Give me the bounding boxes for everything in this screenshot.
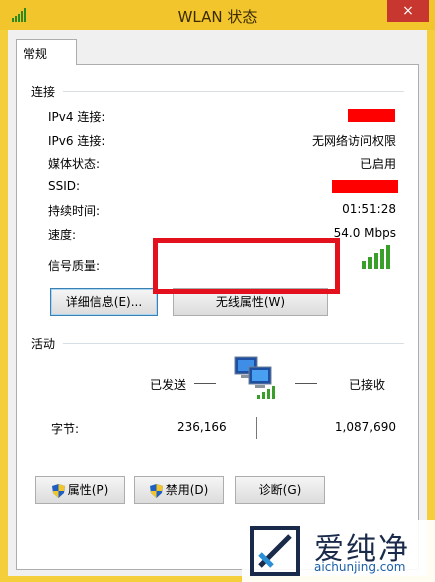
connection-heading: 连接 [31, 85, 56, 99]
details-button[interactable]: 详细信息(E)... [50, 288, 158, 316]
bytes-separator [256, 417, 257, 439]
media-state-label: 媒体状态: [48, 157, 101, 171]
uac-shield-icon [51, 483, 65, 498]
brand-logo-icon [250, 526, 300, 576]
sent-line [194, 383, 216, 384]
highlight-annotation-box [153, 238, 340, 294]
brand-url: aichunjing.com [314, 560, 406, 574]
duration-value: 01:51:28 [342, 202, 396, 216]
sent-label: 已发送 [150, 378, 187, 392]
ssid-label: SSID: [48, 179, 81, 193]
disable-label: 禁用(D) [165, 483, 209, 497]
bytes-label: 字节: [51, 422, 80, 436]
uac-shield-icon [149, 483, 163, 498]
wlan-status-window: WLAN 状态 × 常规 连接 IPv4 连接: IPv6 连接: 无网络访问权… [0, 0, 435, 582]
speed-value: 54.0 Mbps [333, 226, 396, 240]
ipv6-value: 无网络访问权限 [311, 134, 396, 148]
connection-divider [63, 91, 404, 92]
tab-general[interactable]: 常规 [16, 39, 77, 65]
ipv4-value-redacted [348, 109, 395, 122]
signal-strength-icon [362, 245, 390, 269]
general-panel: 连接 IPv4 连接: IPv6 连接: 无网络访问权限 媒体状态: 已启用 S… [16, 64, 419, 570]
network-computers-icon [234, 356, 275, 399]
activity-heading: 活动 [31, 337, 56, 351]
dialog-client: 常规 连接 IPv4 连接: IPv6 连接: 无网络访问权限 媒体状态: 已启… [8, 30, 427, 576]
properties-label: 属性(P) [67, 483, 109, 497]
ipv6-label: IPv6 连接: [48, 134, 106, 148]
title-bar[interactable]: WLAN 状态 × [0, 0, 435, 30]
received-label: 已接收 [349, 378, 386, 392]
bytes-sent-value: 236,166 [177, 420, 227, 434]
bytes-received-value: 1,087,690 [334, 420, 396, 434]
signal-quality-label: 信号质量: [48, 259, 101, 273]
disable-button[interactable]: 禁用(D) [134, 476, 224, 504]
window-title: WLAN 状态 [177, 8, 258, 26]
activity-divider [63, 343, 404, 344]
properties-button[interactable]: 属性(P) [35, 476, 125, 504]
ipv4-label: IPv4 连接: [48, 110, 106, 124]
received-line [295, 383, 317, 384]
duration-label: 持续时间: [48, 204, 101, 218]
speed-label: 速度: [48, 228, 77, 242]
media-state-value: 已启用 [359, 157, 396, 171]
ssid-value-redacted [332, 180, 398, 193]
close-button[interactable]: × [387, 0, 429, 22]
diagnose-button[interactable]: 诊断(G) [235, 476, 325, 504]
watermark: 爱纯净 aichunjing.com [242, 520, 435, 582]
